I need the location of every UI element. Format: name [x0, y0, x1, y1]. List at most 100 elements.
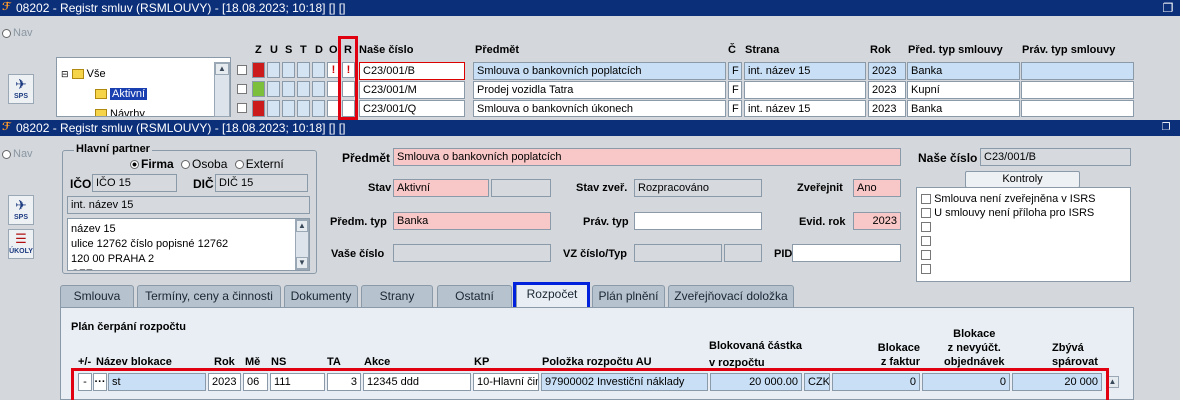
kontroly-checkbox[interactable]: [921, 222, 931, 233]
tab-dokumenty[interactable]: Dokumenty: [284, 285, 358, 307]
col-pred-typ[interactable]: Před. typ smlouvy: [908, 44, 1003, 56]
ukoly-button[interactable]: ☰ ÚKOLY: [8, 229, 34, 259]
restore-close-icons[interactable]: ❐ ✕: [1158, 120, 1174, 149]
col-c[interactable]: Č: [728, 44, 736, 56]
row-pred-typ[interactable]: Kupní: [907, 81, 1020, 99]
nase-cislo-field[interactable]: C23/001/B: [980, 148, 1131, 166]
pid-field[interactable]: [792, 244, 901, 262]
evid-rok-field[interactable]: 2023: [853, 212, 901, 230]
hlavni-partner-legend: Hlavní partner: [74, 143, 152, 155]
nav-radio-icon: [2, 28, 11, 38]
row-prav-typ[interactable]: [1021, 62, 1134, 80]
tree-item-aktivni[interactable]: Aktivní: [95, 86, 148, 102]
nav-toggle[interactable]: Nav: [2, 148, 33, 160]
kontroly-item[interactable]: U smlouvy není příloha pro ISRS: [921, 207, 1094, 220]
kontroly-item[interactable]: [921, 249, 931, 262]
row-prav-typ[interactable]: [1021, 81, 1134, 99]
kontroly-list[interactable]: Smlouva není zveřejněna v ISRS U smlouvy…: [916, 187, 1131, 282]
kontroly-checkbox[interactable]: [921, 250, 931, 261]
stav-field[interactable]: Aktivní: [393, 179, 489, 197]
hdr-akce: Akce: [364, 356, 391, 368]
kontroly-item[interactable]: [921, 235, 931, 248]
vz-typ-field[interactable]: [724, 244, 762, 262]
row-predmet[interactable]: Smlouva o bankovních úkonech: [473, 100, 726, 117]
kontroly-item[interactable]: [921, 263, 931, 276]
row-nase-cislo[interactable]: C23/001/B: [359, 62, 465, 80]
row-c[interactable]: F: [728, 81, 742, 99]
vz-cislo-field[interactable]: [634, 244, 722, 262]
col-prav-typ[interactable]: Práv. typ smlouvy: [1022, 44, 1115, 56]
tab-ostatni[interactable]: Ostatní: [437, 285, 512, 307]
kontroly-checkbox[interactable]: [921, 236, 931, 247]
kontroly-button[interactable]: Kontroly: [965, 171, 1080, 188]
status-flag: [252, 100, 265, 117]
kontroly-checkbox[interactable]: [921, 208, 931, 219]
prav-typ-field[interactable]: [634, 212, 762, 230]
address-scrollbar[interactable]: ▲ ▼: [295, 219, 309, 270]
zverejnit-field[interactable]: Ano: [853, 179, 901, 197]
kontroly-item[interactable]: Smlouva není zveřejněna v ISRS: [921, 193, 1095, 206]
flag-cell: [297, 100, 310, 117]
vase-cislo-field[interactable]: [393, 244, 551, 262]
main-window-title: 08202 - Registr smluv (RSMLOUVY) - [18.0…: [16, 121, 346, 135]
stav-extra-field[interactable]: [491, 179, 551, 197]
vase-cislo-label: Vaše číslo: [331, 248, 385, 260]
row-c[interactable]: F: [728, 62, 742, 80]
row-prav-typ[interactable]: [1021, 100, 1134, 117]
ico-field[interactable]: IČO 15: [92, 174, 177, 192]
tab-zverejnovaci-dolozka[interactable]: Zveřejňovací doložka: [668, 285, 794, 307]
predmet-field[interactable]: Smlouva o bankovních poplatcích: [393, 148, 901, 166]
kontroly-checkbox[interactable]: [921, 264, 931, 275]
row-checkbox[interactable]: [237, 103, 247, 113]
partner-type-radios[interactable]: Firma Osoba Externí: [126, 157, 284, 171]
tree-scrollbar[interactable]: ▲: [214, 62, 230, 117]
row-nase-cislo[interactable]: C23/001/M: [359, 81, 465, 99]
restore-window-icon[interactable]: ❐: [1160, 0, 1176, 16]
scroll-up-icon[interactable]: ▲: [215, 63, 229, 75]
radio-externi-icon[interactable]: [234, 160, 244, 170]
scroll-up-icon[interactable]: ▲: [296, 220, 308, 232]
partner-name-field[interactable]: int. název 15: [67, 196, 310, 214]
predm-typ-field[interactable]: Banka: [393, 212, 551, 230]
plane-icon: ✈: [15, 197, 27, 213]
row-strana[interactable]: int. název 15: [744, 62, 866, 80]
scroll-down-icon[interactable]: ▼: [296, 257, 308, 269]
sps-button[interactable]: ✈ SPS: [8, 195, 34, 225]
row-c[interactable]: F: [728, 100, 742, 117]
radio-firma-icon[interactable]: [130, 160, 139, 170]
nav-toggle[interactable]: Nav: [2, 27, 33, 39]
folder-tree[interactable]: ⊟ Vše Aktivní Návrhy: [56, 57, 231, 117]
tree-item-vse[interactable]: ⊟ Vše: [61, 66, 106, 82]
partner-address[interactable]: název 15 ulice 12762 číslo popisné 12762…: [67, 218, 310, 271]
dic-field[interactable]: DIČ 15: [215, 174, 308, 192]
sps-button[interactable]: ✈ SPS: [8, 74, 34, 104]
row-pred-typ[interactable]: Banka: [907, 62, 1020, 80]
row-checkbox[interactable]: [237, 65, 247, 75]
row-checkbox[interactable]: [237, 84, 247, 94]
row-predmet[interactable]: Smlouva o bankovních poplatcích: [473, 62, 726, 80]
tab-strany[interactable]: Strany: [361, 285, 433, 307]
row-nase-cislo[interactable]: C23/001/Q: [359, 100, 465, 117]
col-strana[interactable]: Strana: [745, 44, 779, 56]
prav-typ-label: Práv. typ: [583, 216, 629, 228]
row-rok[interactable]: 2023: [868, 81, 906, 99]
tab-plan-plneni[interactable]: Plán plnění: [592, 285, 665, 307]
row-rok[interactable]: 2023: [868, 62, 906, 80]
kontroly-checkbox[interactable]: [921, 194, 931, 205]
stav-zver-field[interactable]: Rozpracováno: [634, 179, 762, 197]
row-rok[interactable]: 2023: [868, 100, 906, 117]
col-rok[interactable]: Rok: [870, 44, 891, 56]
top-window-titlebar[interactable]: ℱ 08202 - Registr smluv (RSMLOUVY) - [18…: [0, 0, 1180, 16]
radio-osoba-icon[interactable]: [181, 160, 191, 170]
kontroly-item[interactable]: [921, 221, 931, 234]
col-nase-cislo[interactable]: Naše číslo: [359, 44, 413, 56]
row-strana[interactable]: [744, 81, 866, 99]
row-pred-typ[interactable]: Banka: [907, 100, 1020, 117]
col-predmet[interactable]: Předmět: [475, 44, 519, 56]
row-strana[interactable]: int. název 15: [744, 100, 866, 117]
row-predmet[interactable]: Prodej vozidla Tatra: [473, 81, 726, 99]
tree-item-navrhy[interactable]: Návrhy: [95, 106, 145, 116]
main-window-titlebar[interactable]: ℱ 08202 - Registr smluv (RSMLOUVY) - [18…: [0, 120, 1180, 149]
tab-smlouva[interactable]: Smlouva: [60, 285, 134, 307]
tab-terminy[interactable]: Termíny, ceny a činnosti: [137, 285, 281, 307]
